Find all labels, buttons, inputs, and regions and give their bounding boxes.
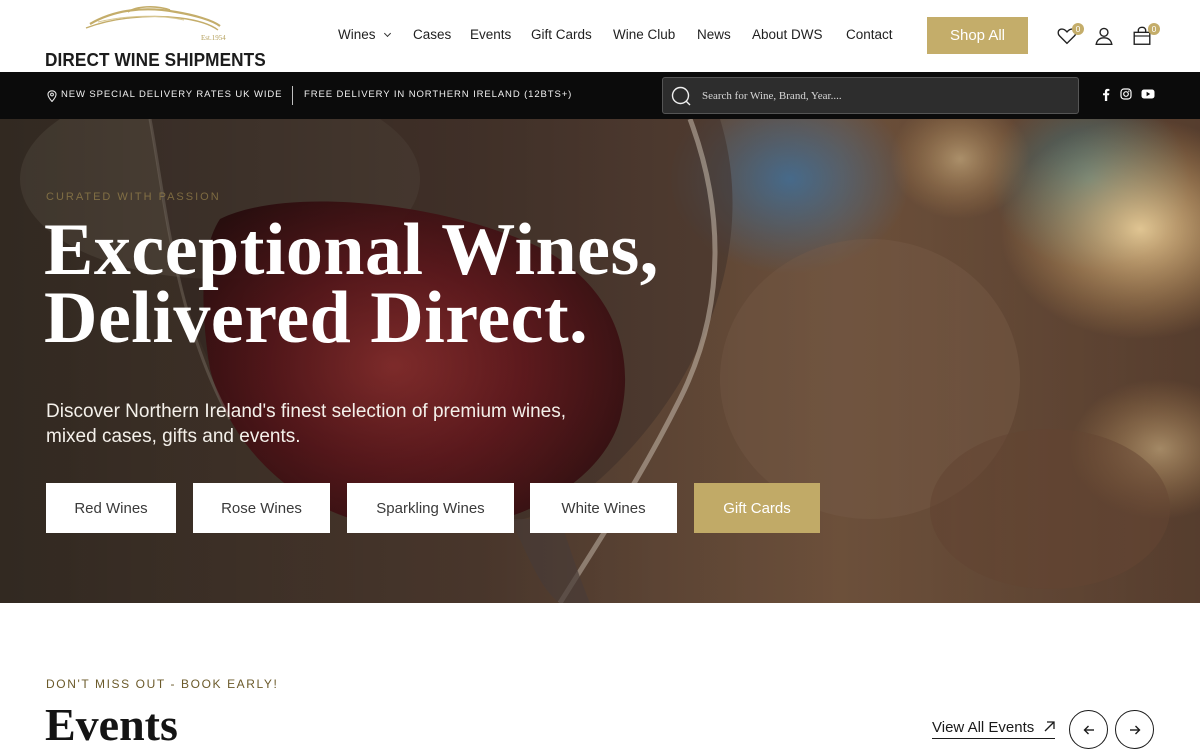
events-prev-button[interactable] bbox=[1069, 710, 1108, 749]
logo-car-emblem bbox=[85, 6, 221, 31]
view-all-events-label: View All Events bbox=[932, 719, 1035, 736]
nav-item-about[interactable]: About DWS bbox=[752, 27, 823, 42]
arrow-right-icon bbox=[1129, 725, 1140, 734]
nav-item-wine-club[interactable]: Wine Club bbox=[613, 27, 675, 42]
location-pin-icon bbox=[47, 90, 57, 102]
nav-item-wines[interactable]: Wines bbox=[338, 27, 391, 42]
hero-title-line-2: Delivered Direct. bbox=[44, 277, 589, 359]
hero-subtitle: Discover Northern Ireland's finest selec… bbox=[46, 401, 567, 447]
arrow-left-icon bbox=[1083, 725, 1094, 734]
events-eyebrow: DON'T MISS OUT - BOOK EARLY! bbox=[46, 677, 279, 691]
user-icon bbox=[1095, 27, 1113, 45]
site-header: Est.1954 DIRECT WINE SHIPMENTS Wines Cas… bbox=[0, 0, 1200, 72]
view-all-events-link[interactable]: View All Events bbox=[932, 719, 1056, 739]
wishlist-count-badge: 0 bbox=[1072, 23, 1084, 35]
promo-free-delivery: FREE DELIVERY IN NORTHERN IRELAND (12BTS… bbox=[304, 89, 573, 100]
nav-item-gift-cards[interactable]: Gift Cards bbox=[531, 27, 592, 42]
rose-wines-button[interactable]: Rose Wines bbox=[193, 483, 330, 533]
nav-item-label: Wines bbox=[338, 27, 376, 42]
events-title: Events bbox=[45, 699, 178, 750]
sparkling-wines-button[interactable]: Sparkling Wines bbox=[347, 483, 514, 533]
nav-item-events[interactable]: Events bbox=[470, 27, 511, 42]
shop-all-button[interactable]: Shop All bbox=[927, 17, 1028, 54]
facebook-icon[interactable] bbox=[1102, 88, 1110, 101]
logo-established: Est.1954 bbox=[201, 34, 226, 42]
instagram-icon[interactable] bbox=[1120, 88, 1132, 100]
nav-item-news[interactable]: News bbox=[697, 27, 731, 42]
brand-logo[interactable]: Est.1954 DIRECT WINE SHIPMENTS bbox=[44, 2, 266, 70]
youtube-icon[interactable] bbox=[1141, 88, 1155, 100]
promo-delivery-rates: NEW SPECIAL DELIVERY RATES UK WIDE bbox=[61, 89, 283, 100]
search-bar[interactable] bbox=[662, 77, 1079, 114]
utility-bar: NEW SPECIAL DELIVERY RATES UK WIDE FREE … bbox=[0, 72, 1200, 119]
gift-cards-button[interactable]: Gift Cards bbox=[694, 483, 820, 533]
wishlist-button[interactable]: 0 bbox=[1056, 22, 1084, 48]
cart-button[interactable]: 0 bbox=[1131, 22, 1160, 48]
white-wines-button[interactable]: White Wines bbox=[530, 483, 677, 533]
account-button[interactable] bbox=[1093, 22, 1119, 48]
logo-wordmark: DIRECT WINE SHIPMENTS bbox=[45, 49, 266, 70]
red-wines-button[interactable]: Red Wines bbox=[46, 483, 176, 533]
cart-count-badge: 0 bbox=[1148, 23, 1160, 35]
search-input[interactable] bbox=[702, 87, 1062, 105]
promo-divider bbox=[292, 86, 293, 105]
search-icon bbox=[671, 86, 691, 106]
chevron-down-icon bbox=[383, 29, 391, 38]
hero-title-line-1: Exceptional Wines, bbox=[44, 209, 659, 291]
hero-eyebrow: CURATED WITH PASSION bbox=[46, 191, 221, 203]
arrow-up-right-icon bbox=[1044, 721, 1056, 732]
events-next-button[interactable] bbox=[1115, 710, 1154, 749]
nav-item-contact[interactable]: Contact bbox=[846, 27, 893, 42]
hero-title: Exceptional Wines, Delivered Direct. bbox=[44, 209, 659, 359]
nav-item-cases[interactable]: Cases bbox=[413, 27, 451, 42]
hero-banner: CURATED WITH PASSION Exceptional Wines, … bbox=[0, 119, 1200, 603]
